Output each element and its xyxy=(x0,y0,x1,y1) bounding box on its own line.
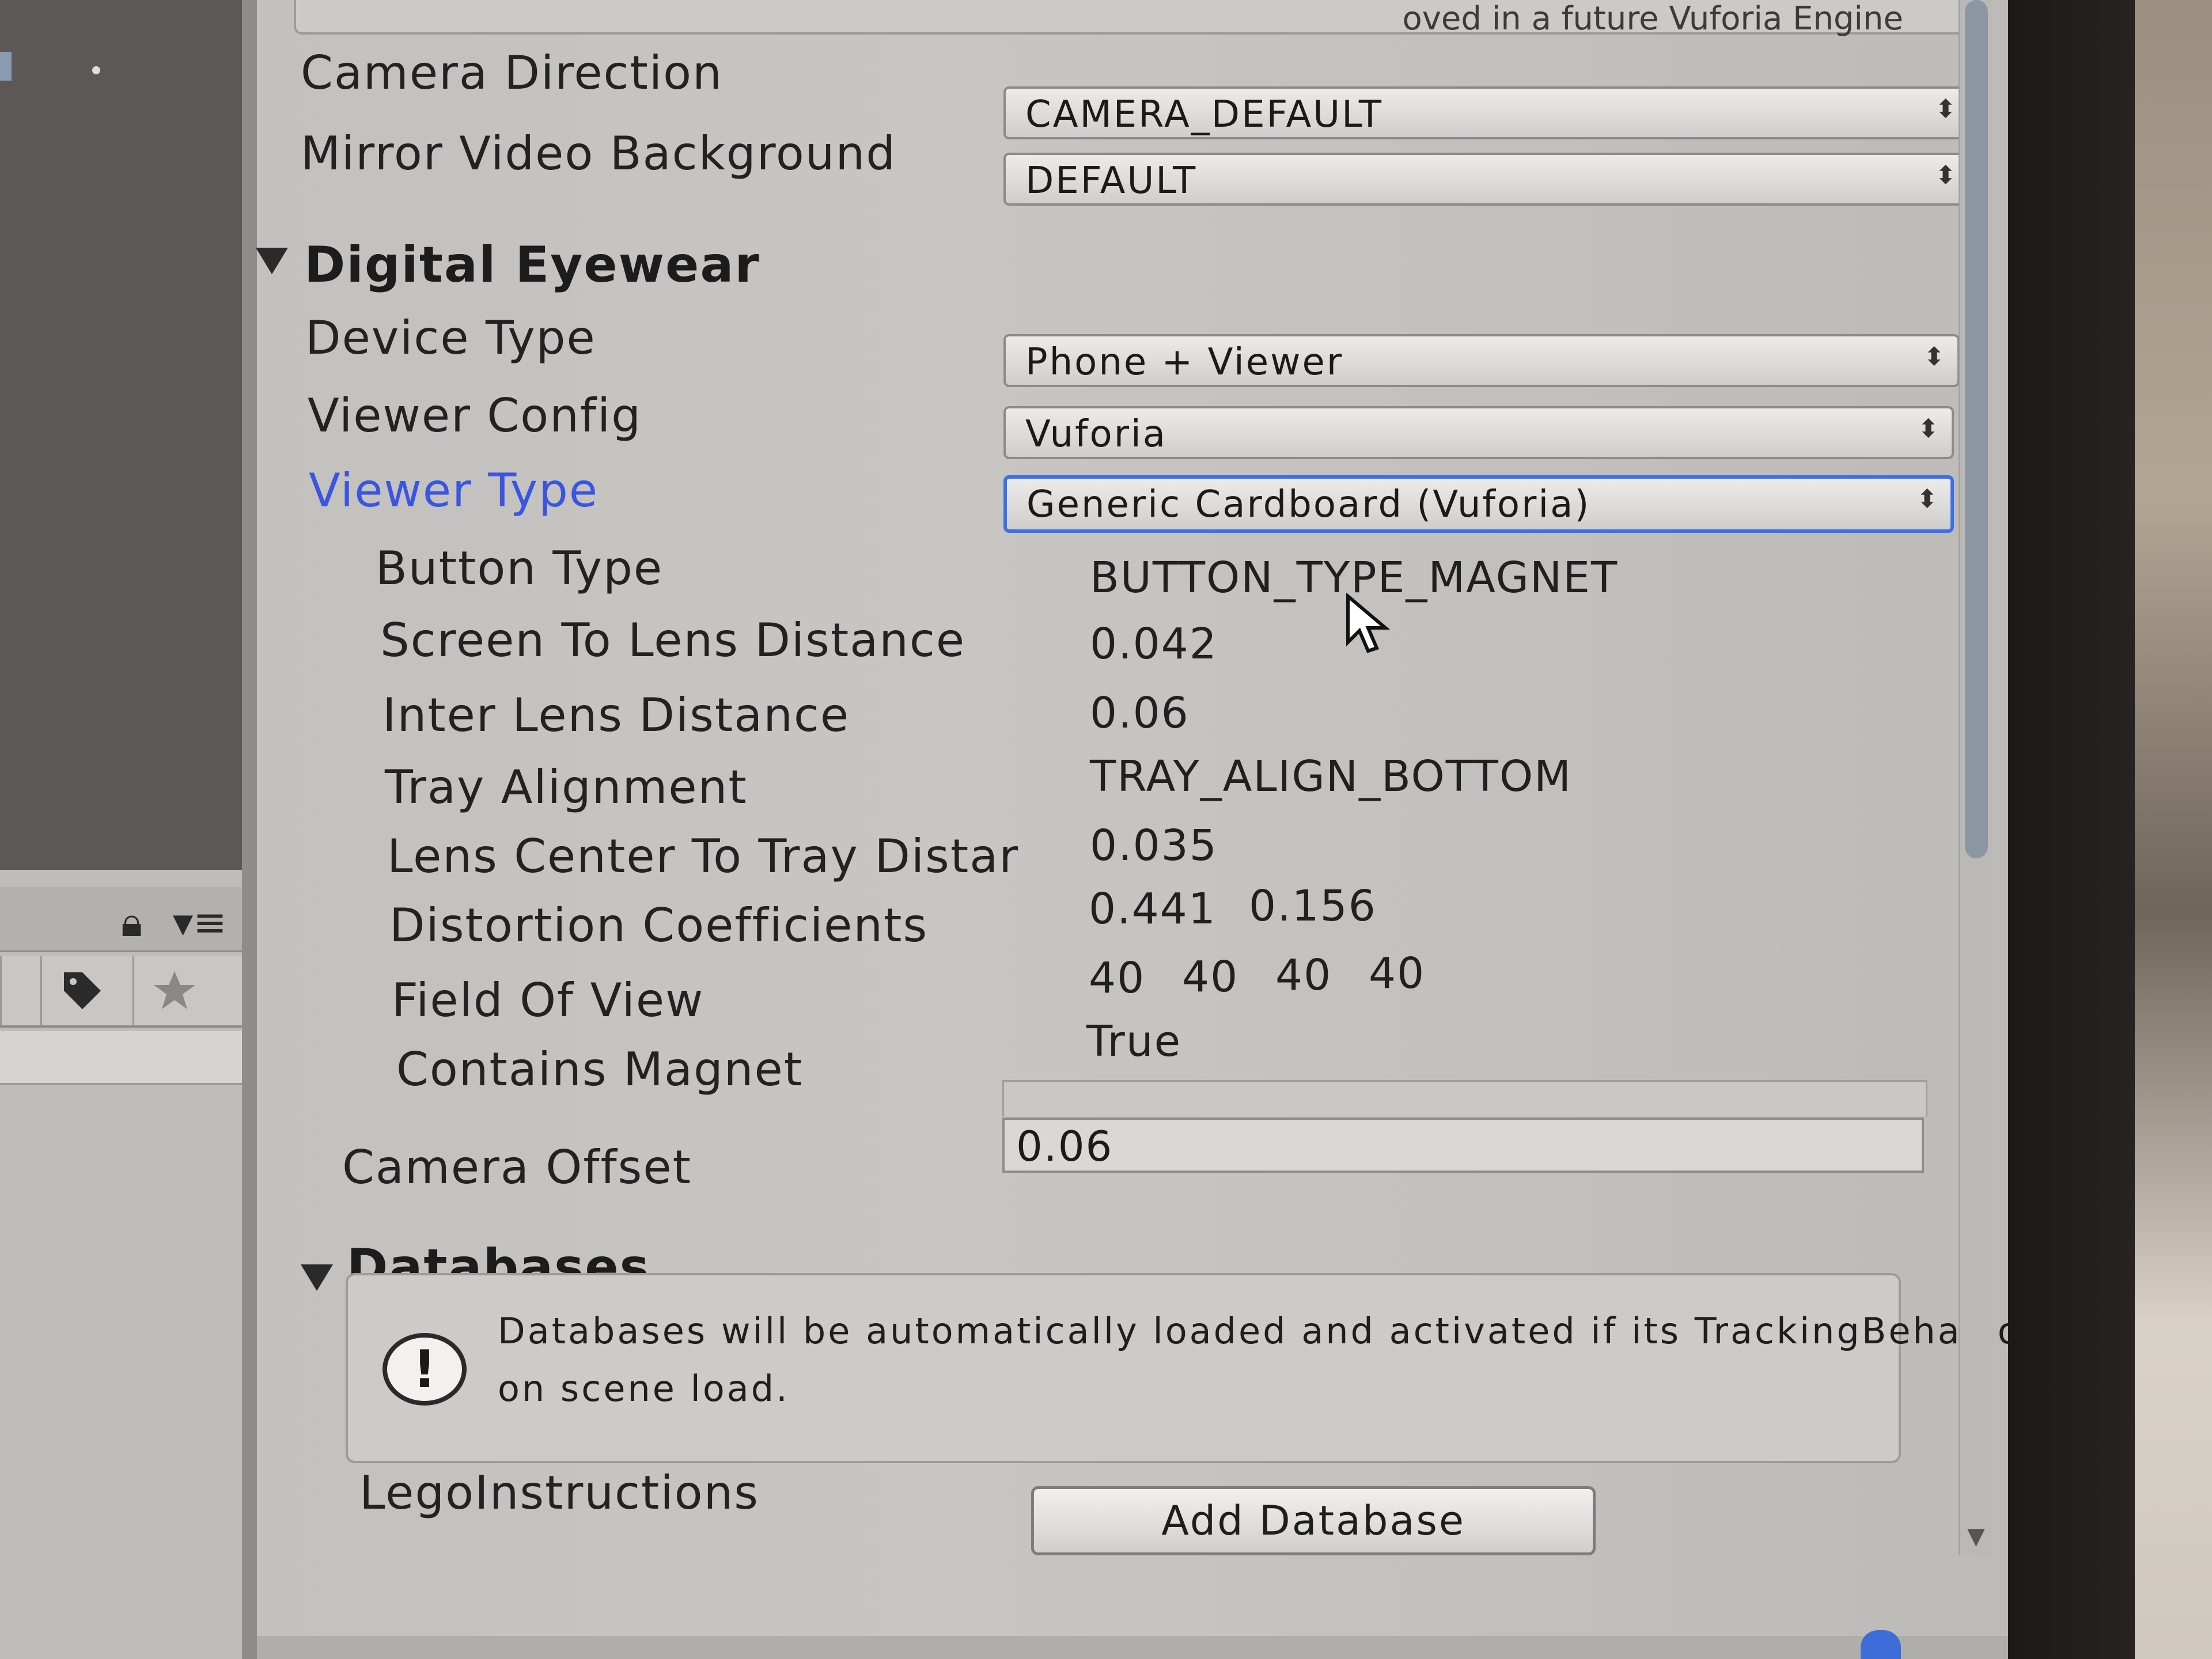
mouse-cursor-icon xyxy=(1346,593,1391,653)
contains-magnet-label: Contains Magnet xyxy=(396,1043,804,1096)
field-of-view-label: Field Of View xyxy=(392,974,704,1027)
deprecation-notice: oved in a future Vuforia Engine xyxy=(294,0,1980,37)
viewer-type-value: Generic Cardboard (Vuforia) xyxy=(1027,483,1591,526)
screen-to-lens-distance-value: 0.042 xyxy=(1090,619,1218,669)
camera-offset-field[interactable]: 0.06 xyxy=(1002,1118,1924,1173)
deprecation-notice-text: oved in a future Vuforia Engine xyxy=(1402,0,1903,37)
device-type-dropdown[interactable]: Phone + Viewer ⬍ xyxy=(1003,334,1960,387)
dropdown-arrow-icon: ⬍ xyxy=(1935,161,1956,190)
camera-direction-value: CAMERA_DEFAULT xyxy=(1025,93,1383,136)
scene-view-panel[interactable] xyxy=(0,0,242,870)
project-toolbar: 🔒︎ ▾≡ xyxy=(0,887,253,952)
dropdown-arrow-icon: ⬍ xyxy=(1916,484,1938,514)
button-type-label: Button Type xyxy=(376,541,664,595)
tray-alignment-label: Tray Alignment xyxy=(385,760,748,814)
databases-help-text-line1: Databases will be automatically loaded a… xyxy=(498,1310,2212,1352)
camera-offset-value: 0.06 xyxy=(1016,1122,1113,1171)
mirror-video-background-value: DEFAULT xyxy=(1025,160,1198,202)
databases-foldout-icon[interactable] xyxy=(301,1264,333,1291)
lens-center-to-tray-distance-value: 0.035 xyxy=(1090,821,1218,870)
project-list-row[interactable] xyxy=(0,1031,253,1085)
add-database-button-label: Add Database xyxy=(1161,1497,1465,1544)
field-of-view-3-value: 40 xyxy=(1275,950,1332,1000)
notification-badge-icon[interactable] xyxy=(1861,1630,1901,1659)
lock-icon[interactable]: 🔒︎ xyxy=(121,899,142,946)
mirror-video-background-dropdown[interactable]: DEFAULT ⬍ xyxy=(1003,153,1971,206)
distortion-coefficients-label: Distortion Coefficients xyxy=(389,899,929,952)
star-icon[interactable] xyxy=(132,956,215,1025)
dropdown-arrow-icon: ⬍ xyxy=(1923,342,1945,372)
tray-alignment-value: TRAY_ALIGN_BOTTOM xyxy=(1090,752,1572,801)
inspector-scrollbar[interactable]: ▼ xyxy=(1959,0,1994,1555)
viewer-type-dropdown[interactable]: Generic Cardboard (Vuforia) ⬍ xyxy=(1003,475,1954,533)
viewer-type-label: Viewer Type xyxy=(309,464,599,517)
inter-lens-distance-label: Inter Lens Distance xyxy=(382,688,850,742)
dropdown-arrow-icon: ⬍ xyxy=(1935,94,1956,124)
camera-direction-dropdown[interactable]: CAMERA_DEFAULT ⬍ xyxy=(1003,86,1971,139)
field-of-view-1-value: 40 xyxy=(1089,953,1146,1003)
field-of-view-2-value: 40 xyxy=(1182,952,1239,1002)
inter-lens-distance-value: 0.06 xyxy=(1090,688,1190,738)
menu-icon[interactable]: ▾≡ xyxy=(173,899,227,946)
camera-offset-slider-track[interactable] xyxy=(1002,1080,1927,1116)
tag-icon[interactable] xyxy=(40,956,123,1025)
contains-magnet-value: True xyxy=(1086,1017,1182,1066)
databases-help-text-line2: on scene load. xyxy=(498,1368,790,1410)
add-database-button[interactable]: Add Database xyxy=(1031,1486,1596,1555)
mirror-video-background-label: Mirror Video Background xyxy=(301,127,896,180)
digital-eyewear-foldout-icon[interactable] xyxy=(256,248,288,274)
databases-help-box: ! Databases will be automatically loaded… xyxy=(346,1273,2212,1463)
viewer-config-label: Viewer Config xyxy=(308,389,642,442)
database-item-legoinstructions[interactable]: LegoInstructions xyxy=(359,1466,759,1520)
device-type-value: Phone + Viewer xyxy=(1025,341,1344,384)
lens-center-to-tray-distance-label: Lens Center To Tray Distar xyxy=(387,830,1020,883)
dropdown-arrow-icon: ⬍ xyxy=(1918,414,1939,444)
distortion-coefficient-1-value: 0.441 xyxy=(1089,884,1217,934)
camera-offset-label: Camera Offset xyxy=(342,1141,692,1194)
device-type-label: Device Type xyxy=(305,311,596,365)
panel-divider[interactable] xyxy=(242,0,257,1659)
distortion-coefficient-2-value: 0.156 xyxy=(1249,881,1377,931)
monitor-bezel xyxy=(2008,0,2135,1659)
viewer-config-dropdown[interactable]: Vuforia ⬍ xyxy=(1003,406,1954,459)
scene-dot xyxy=(92,66,100,74)
screen-to-lens-distance-label: Screen To Lens Distance xyxy=(380,613,966,667)
scene-gizmo xyxy=(0,52,12,81)
inspector-footer xyxy=(257,1636,2008,1659)
camera-direction-label: Camera Direction xyxy=(301,46,723,100)
viewer-config-value: Vuforia xyxy=(1025,413,1167,456)
scroll-down-arrow-icon[interactable]: ▼ xyxy=(1967,1523,1985,1550)
warning-icon: ! xyxy=(382,1333,467,1406)
digital-eyewear-header[interactable]: Digital Eyewear xyxy=(304,236,760,294)
background-desk xyxy=(2135,0,2212,1659)
scrollbar-thumb[interactable] xyxy=(1965,0,1988,858)
project-tabs xyxy=(0,956,253,1028)
field-of-view-4-value: 40 xyxy=(1369,949,1426,998)
